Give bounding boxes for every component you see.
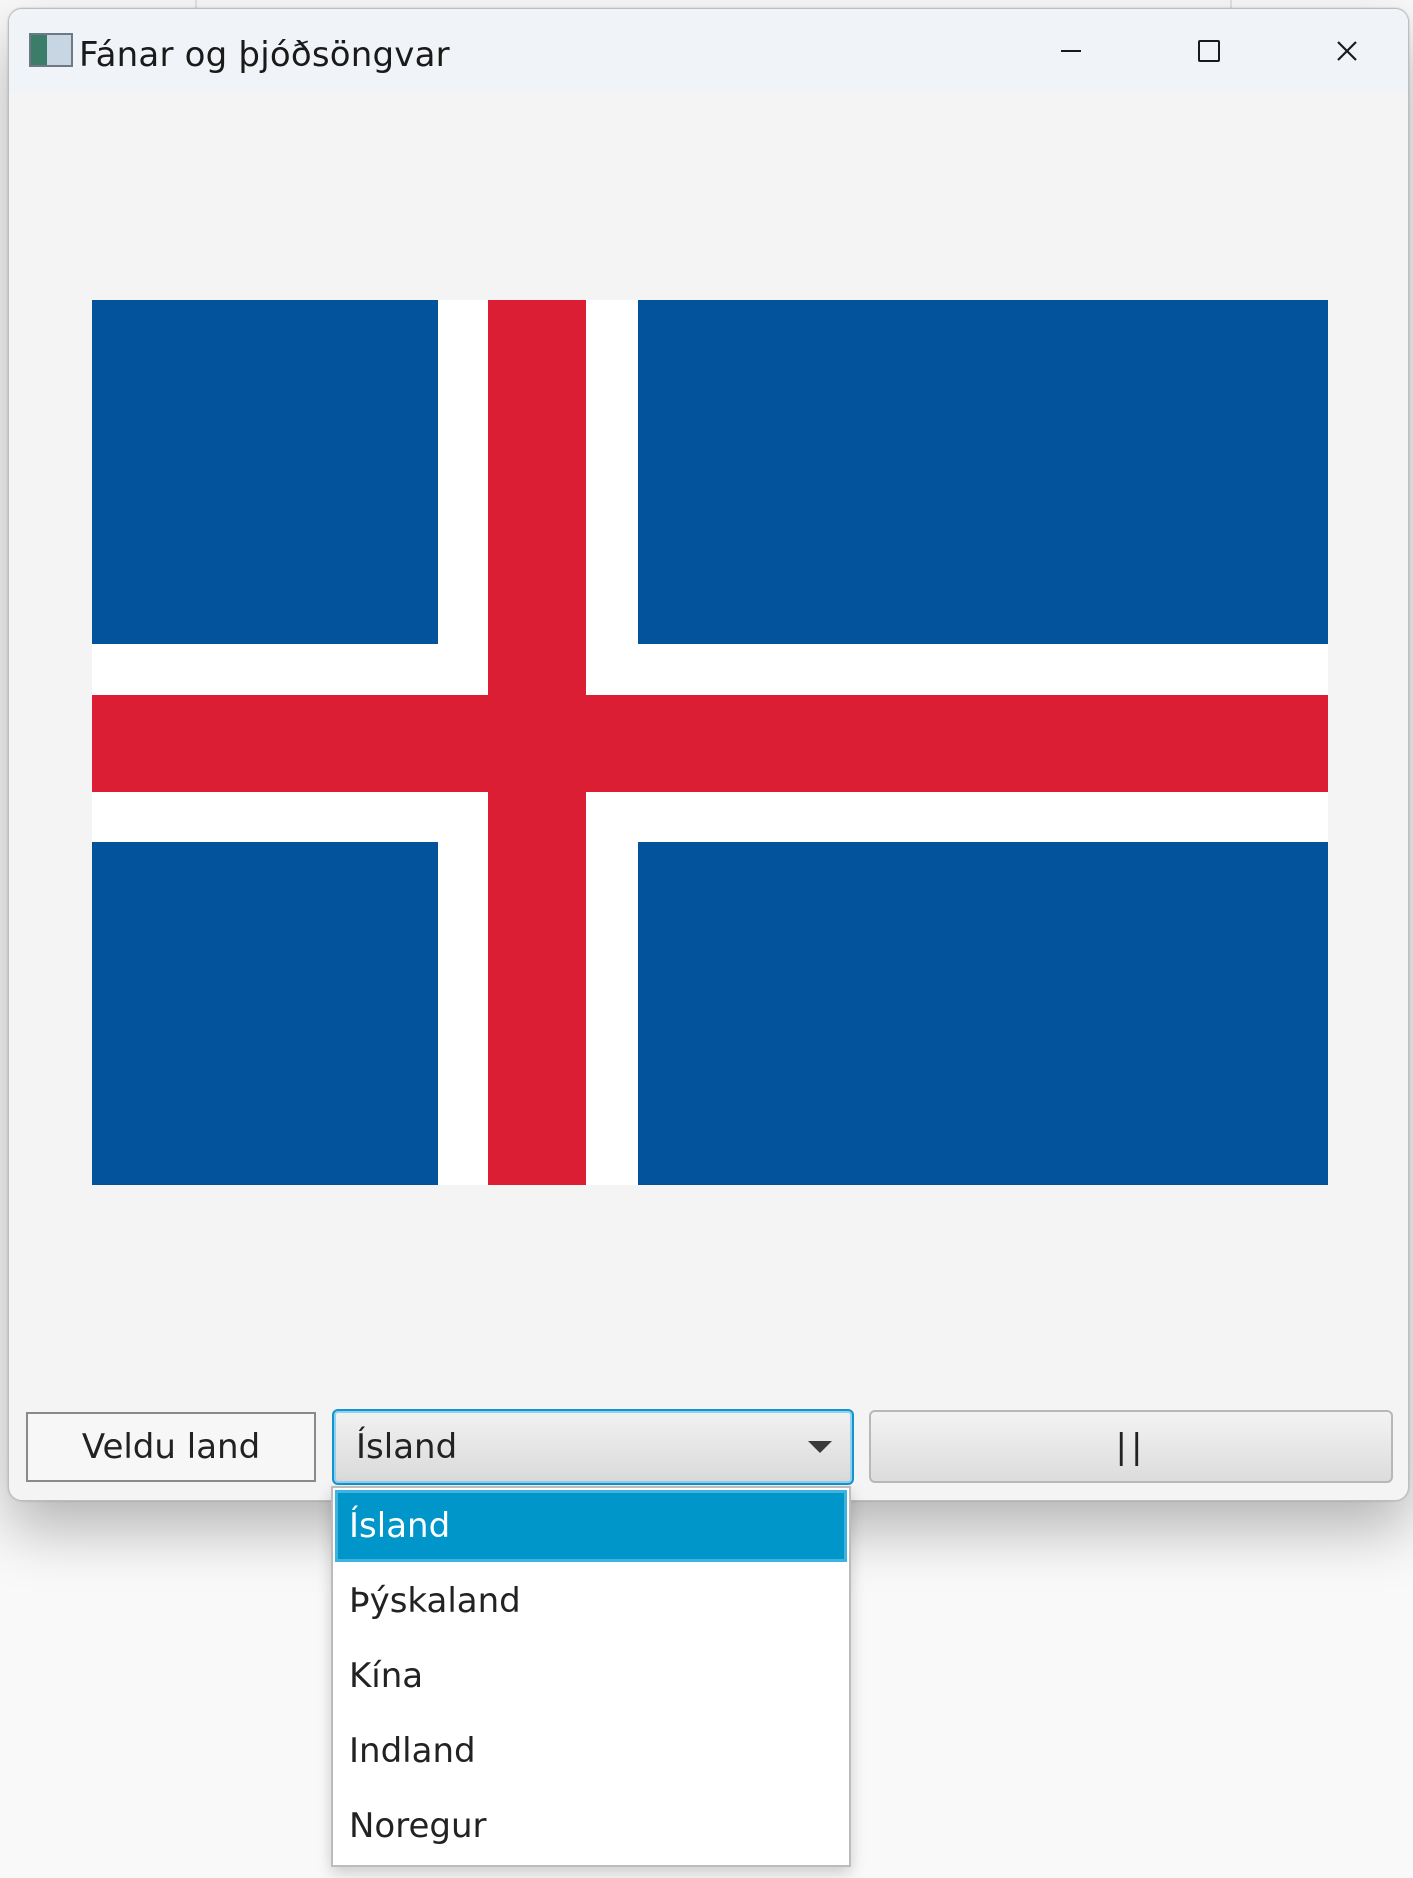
flag-image xyxy=(92,300,1328,1185)
app-icon xyxy=(29,33,73,67)
dropdown-option[interactable]: Indland xyxy=(335,1715,847,1787)
maximize-button[interactable] xyxy=(1140,9,1278,93)
dropdown-option[interactable]: Kína xyxy=(335,1640,847,1712)
pause-button[interactable]: || xyxy=(869,1410,1393,1483)
country-dropdown-list: Ísland Þýskaland Kína Indland Noregur xyxy=(331,1486,851,1867)
maximize-icon xyxy=(1198,40,1220,62)
dropdown-option[interactable]: Ísland xyxy=(335,1490,847,1562)
close-icon xyxy=(1337,41,1357,61)
close-button[interactable] xyxy=(1278,9,1408,93)
dropdown-option[interactable]: Noregur xyxy=(335,1790,847,1862)
app-window: Fánar og þjóðsöngvar Veldu land Ísland |… xyxy=(8,8,1409,1501)
minimize-icon xyxy=(1061,50,1081,52)
combobox-value: Ísland xyxy=(356,1427,458,1467)
minimize-button[interactable] xyxy=(1002,9,1140,93)
chevron-down-icon xyxy=(808,1441,832,1453)
dropdown-option[interactable]: Þýskaland xyxy=(335,1565,847,1637)
choose-country-label-button[interactable]: Veldu land xyxy=(26,1412,316,1482)
country-combobox[interactable]: Ísland xyxy=(332,1409,854,1485)
title-bar[interactable]: Fánar og þjóðsöngvar xyxy=(9,9,1408,93)
flag-red-horizontal xyxy=(92,695,1328,792)
window-title: Fánar og þjóðsöngvar xyxy=(79,35,450,75)
